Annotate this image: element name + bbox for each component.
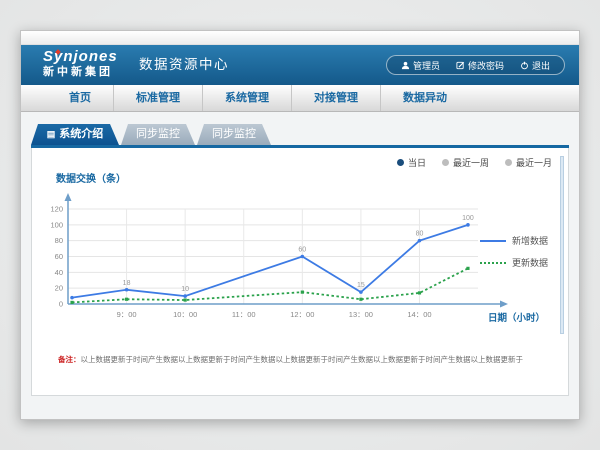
legend-item-updated-data: 更新数据 bbox=[480, 256, 548, 269]
radio-icon bbox=[505, 159, 512, 166]
legend-line-dotted-icon bbox=[480, 262, 506, 264]
chart-legend: 新增数据 更新数据 bbox=[480, 234, 548, 278]
chart-area: 0 20 40 60 80 100 120 9：00 10：00 11：00 12：00 13：00 1… bbox=[40, 186, 510, 352]
content-area: ▤系统介绍 同步监控 同步监控 当日 最近 bbox=[21, 112, 579, 419]
data-point[interactable] bbox=[70, 301, 73, 304]
filter-last-month[interactable]: 最近一月 bbox=[505, 156, 552, 169]
range-filter-group: 当日 最近一周 最近一月 bbox=[397, 156, 552, 169]
app-header: Synjones 新中新集团 数据资源中心 管理员 修改密码 退出 bbox=[21, 45, 579, 85]
tab-sync-monitor-1-label: 同步监控 bbox=[136, 128, 180, 140]
filter-today[interactable]: 当日 bbox=[397, 156, 426, 169]
tab-system-intro[interactable]: ▤系统介绍 bbox=[31, 124, 119, 145]
data-point[interactable] bbox=[125, 298, 128, 301]
panel-scrollbar[interactable] bbox=[560, 156, 564, 334]
data-point[interactable] bbox=[418, 239, 422, 243]
x-axis-arrow-icon bbox=[500, 301, 508, 308]
y-axis-title: 数据交换（条） bbox=[56, 170, 126, 185]
change-password-label: 修改密码 bbox=[468, 59, 504, 72]
y-tick-label: 120 bbox=[50, 205, 63, 214]
y-tick-label: 20 bbox=[55, 284, 63, 293]
nav-item-integration-mgmt[interactable]: 对接管理 bbox=[292, 85, 381, 111]
tab-sync-monitor-2[interactable]: 同步监控 bbox=[197, 124, 271, 145]
filter-last-week[interactable]: 最近一周 bbox=[442, 156, 489, 169]
filter-last-week-label: 最近一周 bbox=[453, 156, 489, 169]
y-tick-label: 40 bbox=[55, 268, 63, 277]
nav-item-standard-mgmt[interactable]: 标准管理 bbox=[114, 85, 203, 111]
filter-today-label: 当日 bbox=[408, 156, 426, 169]
logout-label: 退出 bbox=[532, 59, 550, 72]
data-point[interactable] bbox=[466, 223, 470, 227]
data-point[interactable] bbox=[183, 294, 187, 298]
legend-updated-data-label: 更新数据 bbox=[512, 256, 548, 269]
footnote-text: 以上数据更新于时间产生数据以上数据更新于时间产生数据以上数据更新于时间产生数据以… bbox=[81, 355, 524, 364]
nav-item-system-mgmt[interactable]: 系统管理 bbox=[203, 85, 292, 111]
y-tick-label: 80 bbox=[55, 236, 63, 245]
footnote: 备注：以上数据更新于时间产生数据以上数据更新于时间产生数据以上数据更新于时间产生… bbox=[58, 354, 564, 365]
data-point[interactable] bbox=[301, 291, 304, 294]
main-nav: 首页 标准管理 系统管理 对接管理 数据异动 bbox=[21, 85, 579, 112]
y-tick-label: 60 bbox=[55, 252, 63, 261]
nav-item-data-change[interactable]: 数据异动 bbox=[381, 85, 469, 111]
filter-last-month-label: 最近一月 bbox=[516, 156, 552, 169]
x-tick-label: 10：00 bbox=[173, 310, 197, 319]
data-point[interactable] bbox=[418, 291, 421, 294]
x-tick-label: 14：00 bbox=[407, 310, 431, 319]
x-tick-label: 9：00 bbox=[117, 310, 137, 319]
legend-item-new-data: 新增数据 bbox=[480, 234, 548, 247]
data-point-label: 100 bbox=[462, 215, 474, 222]
radio-selected-icon bbox=[397, 159, 404, 166]
data-point-label: 80 bbox=[416, 231, 424, 238]
user-menu: 管理员 修改密码 退出 bbox=[386, 55, 565, 75]
logout-icon bbox=[520, 61, 529, 70]
y-axis-arrow-icon bbox=[65, 193, 72, 201]
tab-system-intro-label: 系统介绍 bbox=[59, 128, 103, 140]
user-account-label: 管理员 bbox=[413, 59, 440, 72]
logout-button[interactable]: 退出 bbox=[512, 59, 558, 72]
tab-sync-monitor-2-label: 同步监控 bbox=[212, 128, 256, 140]
series-line-1 bbox=[72, 268, 468, 302]
brand-logo-chinese: 新中新集团 bbox=[43, 65, 118, 79]
data-point[interactable] bbox=[359, 290, 363, 294]
data-point[interactable] bbox=[301, 255, 305, 259]
data-point[interactable] bbox=[184, 298, 187, 301]
user-icon bbox=[401, 61, 410, 70]
x-tick-label: 13：00 bbox=[349, 310, 373, 319]
data-point-label: 15 bbox=[357, 282, 365, 289]
edit-icon bbox=[456, 61, 465, 70]
data-point-label: 60 bbox=[298, 247, 306, 254]
brand-logo: Synjones 新中新集团 bbox=[43, 49, 118, 79]
change-password-button[interactable]: 修改密码 bbox=[448, 59, 512, 72]
x-tick-label: 11：00 bbox=[232, 310, 256, 319]
x-axis-title: 日期（小时） bbox=[488, 310, 545, 324]
tab-sync-monitor-1[interactable]: 同步监控 bbox=[121, 124, 195, 145]
nav-item-home[interactable]: 首页 bbox=[47, 85, 114, 111]
user-account-button[interactable]: 管理员 bbox=[393, 59, 448, 72]
legend-line-solid-icon bbox=[480, 240, 506, 242]
series-line-0 bbox=[72, 225, 468, 298]
tab-bar: ▤系统介绍 同步监控 同步监控 bbox=[21, 112, 579, 145]
window-top-strip bbox=[21, 31, 579, 45]
y-tick-label: 0 bbox=[59, 300, 63, 309]
data-point-label: 18 bbox=[123, 280, 131, 287]
x-tick-label: 12：00 bbox=[290, 310, 314, 319]
document-icon: ▤ bbox=[47, 129, 56, 139]
y-tick-label: 100 bbox=[50, 220, 63, 229]
data-point-label: 10 bbox=[181, 286, 189, 293]
legend-new-data-label: 新增数据 bbox=[512, 234, 548, 247]
desktop-background: Synjones 新中新集团 数据资源中心 管理员 修改密码 退出 bbox=[0, 0, 600, 450]
data-point[interactable] bbox=[466, 267, 469, 270]
line-chart-svg: 0 20 40 60 80 100 120 9：00 10：00 11：00 12：00 13：00 1… bbox=[40, 186, 510, 352]
data-point[interactable] bbox=[70, 296, 74, 300]
radio-icon bbox=[442, 159, 449, 166]
page-title: 数据资源中心 bbox=[139, 45, 229, 85]
chart-panel: 当日 最近一周 最近一月 数据交换（条） 0 20 40 60 80 100 120 9：00… bbox=[31, 148, 569, 396]
footnote-label: 备注： bbox=[58, 355, 81, 364]
app-window: Synjones 新中新集团 数据资源中心 管理员 修改密码 退出 bbox=[20, 30, 580, 420]
data-point[interactable] bbox=[359, 298, 362, 301]
data-point[interactable] bbox=[125, 288, 129, 292]
